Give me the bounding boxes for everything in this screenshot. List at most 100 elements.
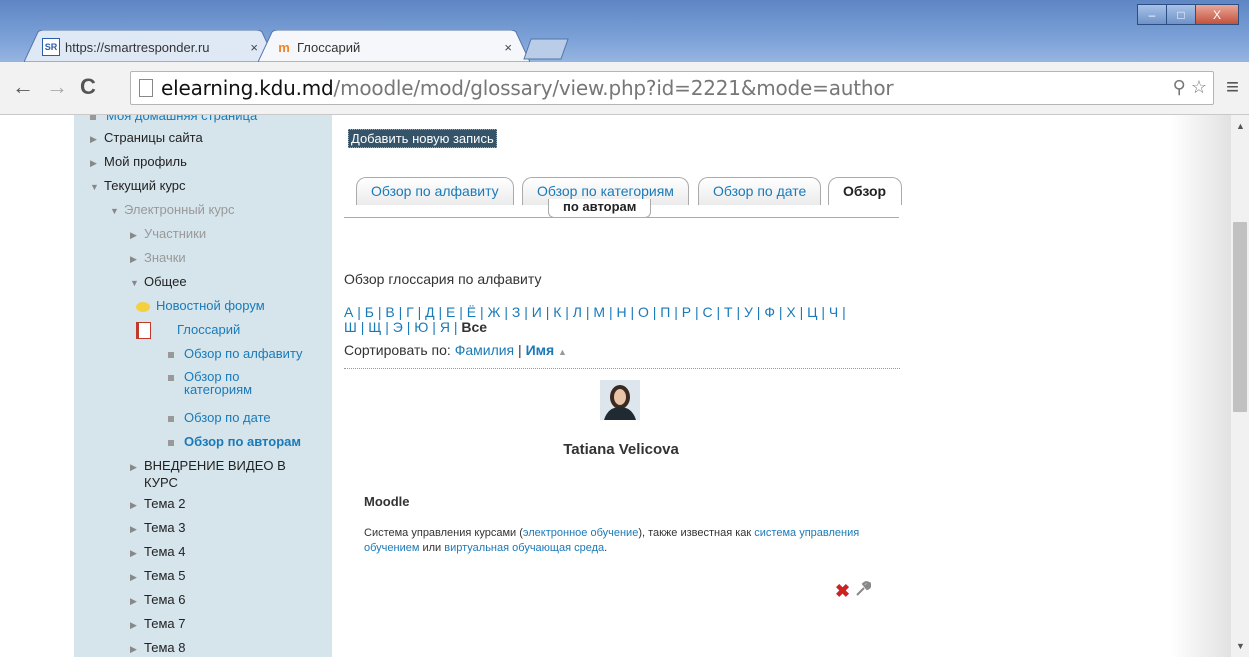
page-scrollbar[interactable]: ▲ ▼ <box>1230 115 1249 657</box>
new-tab-button[interactable] <box>523 38 569 60</box>
edit-wrench-icon[interactable] <box>855 581 872 601</box>
expand-arrow-icon: ▶ <box>130 548 137 558</box>
bookmark-star-icon[interactable]: ☆ <box>1191 77 1207 97</box>
nav-topic-6[interactable]: ▶ Тема 6 <box>130 592 185 607</box>
scroll-down-arrow-icon[interactable]: ▼ <box>1236 641 1245 651</box>
nav-e-course[interactable]: ▼ Электронный курс <box>110 202 234 217</box>
forward-button[interactable]: → <box>46 76 68 98</box>
expand-arrow-icon: ▶ <box>130 524 137 534</box>
nav-label: Обзор по алфавиту <box>184 346 303 361</box>
nav-browse-date[interactable]: Обзор по дате <box>168 410 271 425</box>
author-avatar <box>600 380 640 420</box>
nav-topic-8[interactable]: ▶ Тема 8 <box>130 640 185 655</box>
nav-topic-2[interactable]: ▶ Тема 2 <box>130 496 185 511</box>
sort-ascending-icon[interactable]: ▲ <box>558 347 567 357</box>
nav-label-line2: категориям <box>184 382 253 397</box>
close-window-button[interactable]: X <box>1195 4 1239 25</box>
nav-browse-category[interactable]: Обзор по категориям <box>168 370 252 396</box>
avatar-image <box>600 380 640 420</box>
tab-title: Глоссарий <box>297 39 361 55</box>
sort-by-surname-link[interactable]: Фамилия <box>455 342 514 358</box>
back-button[interactable]: ← <box>12 76 34 98</box>
nav-topic-5[interactable]: ▶ Тема 5 <box>130 568 185 583</box>
bullet-icon <box>168 374 174 381</box>
right-margin <box>1170 115 1230 657</box>
nav-my-profile[interactable]: ▶ Мой профиль <box>90 154 187 169</box>
entry-actions: ✖ <box>835 581 872 602</box>
nav-my-home[interactable]: Моя домашняя страница <box>90 115 257 123</box>
expand-arrow-icon: ▶ <box>130 254 137 264</box>
nav-site-pages[interactable]: ▶ Страницы сайта <box>90 130 203 145</box>
omnibox-icons: ⚲ ☆ <box>1173 77 1207 98</box>
maximize-button[interactable]: □ <box>1166 4 1196 25</box>
reload-button[interactable]: C <box>80 76 96 98</box>
nav-label: Тема 4 <box>144 544 186 559</box>
nav-label-line2: КУРС <box>144 475 178 490</box>
glossary-heading: Обзор глоссария по алфавиту <box>344 271 542 287</box>
tab-glossary[interactable]: m Глоссарий × <box>258 30 530 62</box>
tab-browse-date[interactable]: Обзор по дате <box>698 177 822 205</box>
nav-label: Тема 2 <box>144 496 186 511</box>
nav-label: Тема 6 <box>144 592 186 607</box>
nav-label: Обзор по дате <box>184 410 271 425</box>
definition-link[interactable]: электронное обучение <box>523 527 638 539</box>
minimize-button[interactable]: – <box>1137 4 1167 25</box>
sort-separator: | <box>518 342 522 358</box>
scrollbar-thumb[interactable] <box>1233 222 1247 412</box>
nav-topic-3[interactable]: ▶ Тема 3 <box>130 520 185 535</box>
add-entry-button[interactable]: Добавить новую запись <box>348 129 497 148</box>
nav-label: Страницы сайта <box>104 130 203 145</box>
moodle-favicon-icon: m <box>278 39 290 55</box>
url-text[interactable]: elearning.kdu.md/moodle/mod/glossary/vie… <box>161 76 894 100</box>
collapse-arrow-icon: ▼ <box>110 206 119 216</box>
definition-link[interactable]: виртуальная обучающая среда <box>444 542 604 554</box>
navigation-block: Моя домашняя страница ▶ Страницы сайта ▶ М… <box>74 115 332 657</box>
tab-browse-author-active[interactable]: Обзор <box>828 177 902 205</box>
tab-smartresponder[interactable]: SR https://smartresponder.ru × <box>24 30 276 62</box>
author-name: Tatiana Velicova <box>563 441 679 458</box>
tab-browse-alphabet[interactable]: Обзор по алфавиту <box>356 177 514 205</box>
zoom-icon[interactable]: ⚲ <box>1173 77 1186 97</box>
delete-icon[interactable]: ✖ <box>835 581 850 601</box>
nav-browse-alphabet[interactable]: Обзор по алфавиту <box>168 346 303 361</box>
browser-menu-button[interactable]: ≡ <box>1226 76 1239 98</box>
nav-general[interactable]: ▼ Общее <box>130 274 187 289</box>
entry-definition: Система управления курсами (электронное … <box>364 526 884 556</box>
sort-by-name-link[interactable]: Имя <box>526 342 555 358</box>
expand-arrow-icon: ▶ <box>90 158 97 168</box>
nav-label: Новостной форум <box>156 298 265 313</box>
nav-participants[interactable]: ▶ Участники <box>130 226 206 241</box>
nav-label: Общее <box>144 274 187 289</box>
bullet-icon <box>168 439 174 446</box>
nav-news-forum[interactable]: Новостной форум <box>136 298 265 313</box>
tab-browse-author-line2[interactable]: по авторам <box>548 199 652 218</box>
nav-browse-author[interactable]: Обзор по авторам <box>168 434 301 449</box>
expand-arrow-icon: ▶ <box>130 462 137 472</box>
nav-glossary[interactable]: Глоссарий <box>136 322 241 340</box>
browser-toolbar: ← → C elearning.kdu.md/moodle/mod/glossa… <box>0 62 1249 115</box>
letter-links-row-2[interactable]: Ш | Щ | Э | Ю | Я | <box>344 319 457 335</box>
tab-content: m Глоссарий <box>276 38 508 56</box>
nav-video-section[interactable]: ▶ ВНЕДРЕНИЕ ВИДЕО В КУРС <box>130 458 286 490</box>
nav-current-course[interactable]: ▼ Текущий курс <box>90 178 186 193</box>
bullet-icon <box>168 351 174 358</box>
scroll-up-arrow-icon[interactable]: ▲ <box>1236 121 1245 131</box>
tab-close-icon[interactable]: × <box>250 40 258 55</box>
sort-label: Сортировать по: <box>344 342 451 358</box>
letter-links-row-1[interactable]: А | Б | В | Г | Д | Е | Ё | Ж | З | И | … <box>344 304 846 320</box>
nav-label: Тема 7 <box>144 616 186 631</box>
letter-index: А | Б | В | Г | Д | Е | Ё | Ж | З | И | … <box>344 305 904 335</box>
definition-text: . <box>604 542 608 554</box>
nav-topic-4[interactable]: ▶ Тема 4 <box>130 544 185 559</box>
tabs-divider <box>344 217 899 218</box>
nav-topic-7[interactable]: ▶ Тема 7 <box>130 616 185 631</box>
tab-close-icon[interactable]: × <box>504 40 512 55</box>
page-icon <box>139 79 153 97</box>
nav-label: Глоссарий <box>177 322 241 337</box>
expand-arrow-icon: ▶ <box>130 572 137 582</box>
address-bar[interactable]: elearning.kdu.md/moodle/mod/glossary/vie… <box>130 71 1214 105</box>
nav-label: ВНЕДРЕНИЕ ВИДЕО В <box>144 458 286 473</box>
definition-text: или <box>419 542 445 554</box>
nav-badges[interactable]: ▶ Значки <box>130 250 186 265</box>
nav-label: Значки <box>144 250 186 265</box>
